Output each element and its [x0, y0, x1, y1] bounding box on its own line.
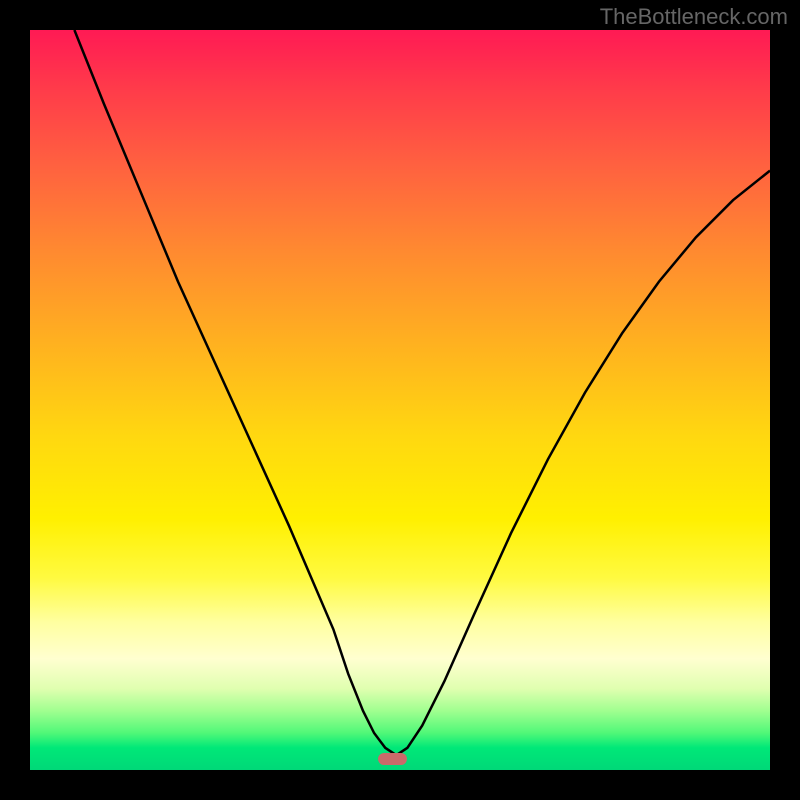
- bottleneck-curve: [30, 30, 770, 770]
- watermark-text: TheBottleneck.com: [600, 4, 788, 30]
- optimal-marker: [378, 753, 408, 765]
- plot-area: [30, 30, 770, 770]
